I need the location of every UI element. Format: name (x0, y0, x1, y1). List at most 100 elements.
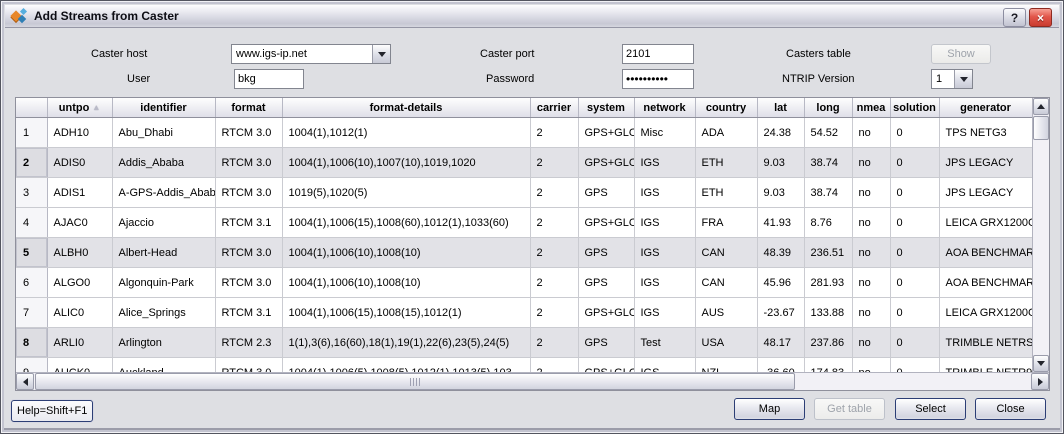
table-cell[interactable]: ADA (695, 118, 757, 148)
table-cell[interactable]: 1004(1),1006(15),1008(15),1012(1) (282, 298, 530, 328)
column-header-system[interactable]: system (578, 98, 634, 118)
table-cell[interactable]: IGS (634, 358, 695, 373)
table-cell[interactable]: 1019(5),1020(5) (282, 178, 530, 208)
table-cell[interactable]: RTCM 3.0 (215, 178, 282, 208)
table-cell[interactable]: RTCM 3.1 (215, 208, 282, 238)
table-cell[interactable]: Alice_Springs (112, 298, 215, 328)
table-cell[interactable]: 2 (530, 178, 578, 208)
column-header-lat[interactable]: lat (757, 98, 804, 118)
table-cell[interactable]: no (852, 178, 890, 208)
table-cell[interactable]: 1004(1),1006(10),1007(10),1019,1020 (282, 148, 530, 178)
table-cell[interactable]: Albert-Head (112, 238, 215, 268)
table-cell[interactable]: NZL (695, 358, 757, 373)
table-cell[interactable]: 281.93 (804, 268, 852, 298)
table-cell[interactable]: RTCM 3.0 (215, 148, 282, 178)
table-cell[interactable]: 54.52 (804, 118, 852, 148)
table-cell[interactable]: GPS+GLO (578, 148, 634, 178)
table-cell[interactable]: 2 (530, 208, 578, 238)
table-cell[interactable]: 2 (530, 148, 578, 178)
table-row[interactable]: 4AJAC0AjaccioRTCM 3.11004(1),1006(15),10… (16, 208, 1032, 238)
table-cell[interactable]: ADIS0 (47, 148, 112, 178)
table-cell[interactable]: no (852, 328, 890, 358)
table-cell[interactable]: ALBH0 (47, 238, 112, 268)
user-input[interactable]: bkg (234, 69, 304, 89)
table-cell[interactable]: 0 (890, 238, 939, 268)
table-cell[interactable]: AJAC0 (47, 208, 112, 238)
scroll-up-icon[interactable] (1033, 98, 1049, 115)
table-cell[interactable]: GPS (578, 328, 634, 358)
row-number-cell[interactable]: 3 (16, 178, 47, 208)
table-cell[interactable]: IGS (634, 208, 695, 238)
table-cell[interactable]: ADIS1 (47, 178, 112, 208)
table-cell[interactable]: GPS (578, 178, 634, 208)
column-header-nmea[interactable]: nmea (852, 98, 890, 118)
column-header-long[interactable]: long (804, 98, 852, 118)
title-bar[interactable]: Add Streams from Caster ? × (5, 5, 1059, 28)
table-cell[interactable]: 0 (890, 118, 939, 148)
table-cell[interactable]: 1004(1),1006(10),1008(10) (282, 238, 530, 268)
table-cell[interactable]: 0 (890, 328, 939, 358)
row-number-cell[interactable]: 7 (16, 298, 47, 328)
table-cell[interactable]: 48.17 (757, 328, 804, 358)
table-cell[interactable]: GPS+GLO (578, 208, 634, 238)
column-header-format[interactable]: format (215, 98, 282, 118)
close-button[interactable]: Close (975, 398, 1046, 420)
column-header-country[interactable]: country (695, 98, 757, 118)
table-cell[interactable]: JPS LEGACY (939, 148, 1032, 178)
row-number-cell[interactable]: 2 (16, 148, 47, 178)
table-cell[interactable]: no (852, 268, 890, 298)
table-cell[interactable]: CAN (695, 238, 757, 268)
table-cell[interactable]: 0 (890, 208, 939, 238)
table-cell[interactable]: 0 (890, 358, 939, 373)
show-button[interactable]: Show (931, 44, 991, 64)
table-cell[interactable]: 9.03 (757, 148, 804, 178)
table-cell[interactable]: no (852, 238, 890, 268)
table-row[interactable]: 3ADIS1A-GPS-Addis_AbabaRTCM 3.01019(5),1… (16, 178, 1032, 208)
column-header-identifier[interactable]: identifier (112, 98, 215, 118)
row-number-cell[interactable]: 8 (16, 328, 47, 358)
table-cell[interactable]: ALGO0 (47, 268, 112, 298)
table-cell[interactable]: Misc (634, 118, 695, 148)
table-cell[interactable]: TRIMBLE NETRS (939, 328, 1032, 358)
get-table-button[interactable]: Get table (814, 398, 885, 420)
scroll-down-icon[interactable] (1033, 355, 1049, 372)
table-cell[interactable]: CAN (695, 268, 757, 298)
table-cell[interactable]: 45.96 (757, 268, 804, 298)
table-row[interactable]: 8ARLI0ArlingtonRTCM 2.31(1),3(6),16(60),… (16, 328, 1032, 358)
table-cell[interactable]: 24.38 (757, 118, 804, 148)
table-row[interactable]: 6ALGO0Algonquin-ParkRTCM 3.01004(1),1006… (16, 268, 1032, 298)
row-number-cell[interactable]: 6 (16, 268, 47, 298)
table-row[interactable]: 5ALBH0Albert-HeadRTCM 3.01004(1),1006(10… (16, 238, 1032, 268)
table-cell[interactable]: 236.51 (804, 238, 852, 268)
caster-port-input[interactable]: 2101 (622, 44, 694, 64)
password-input[interactable]: •••••••••• (622, 69, 694, 89)
table-cell[interactable]: USA (695, 328, 757, 358)
table-cell[interactable]: 1004(1),1006(5),1008(5),1012(1),1013(5),… (282, 358, 530, 373)
table-cell[interactable]: no (852, 358, 890, 373)
table-row[interactable]: 1ADH10Abu_DhabiRTCM 3.01004(1),1012(1)2G… (16, 118, 1032, 148)
table-cell[interactable]: GPS (578, 268, 634, 298)
scroll-right-icon[interactable] (1031, 373, 1049, 390)
table-cell[interactable]: JPS LEGACY (939, 178, 1032, 208)
table-cell[interactable]: ETH (695, 178, 757, 208)
table-cell[interactable]: GPS+GLO (578, 118, 634, 148)
table-cell[interactable]: 2 (530, 328, 578, 358)
table-cell[interactable]: 38.74 (804, 178, 852, 208)
ntrip-version-combobox[interactable]: 1 (931, 69, 973, 89)
table-cell[interactable]: 8.76 (804, 208, 852, 238)
table-cell[interactable]: Arlington (112, 328, 215, 358)
chevron-down-icon[interactable] (372, 45, 390, 63)
table-cell[interactable]: 0 (890, 268, 939, 298)
table-cell[interactable]: Algonquin-Park (112, 268, 215, 298)
table-cell[interactable]: AUCK0 (47, 358, 112, 373)
table-cell[interactable]: A-GPS-Addis_Ababa (112, 178, 215, 208)
map-button[interactable]: Map (734, 398, 805, 420)
chevron-down-icon[interactable] (954, 70, 972, 88)
column-header-format-details[interactable]: format-details (282, 98, 530, 118)
table-cell[interactable]: ETH (695, 148, 757, 178)
row-number-cell[interactable]: 5 (16, 238, 47, 268)
table-cell[interactable]: no (852, 148, 890, 178)
table-cell[interactable]: LEICA GRX1200GG (939, 298, 1032, 328)
table-cell[interactable]: -36.60 (757, 358, 804, 373)
table-cell[interactable]: AOA BENCHMARK (939, 238, 1032, 268)
